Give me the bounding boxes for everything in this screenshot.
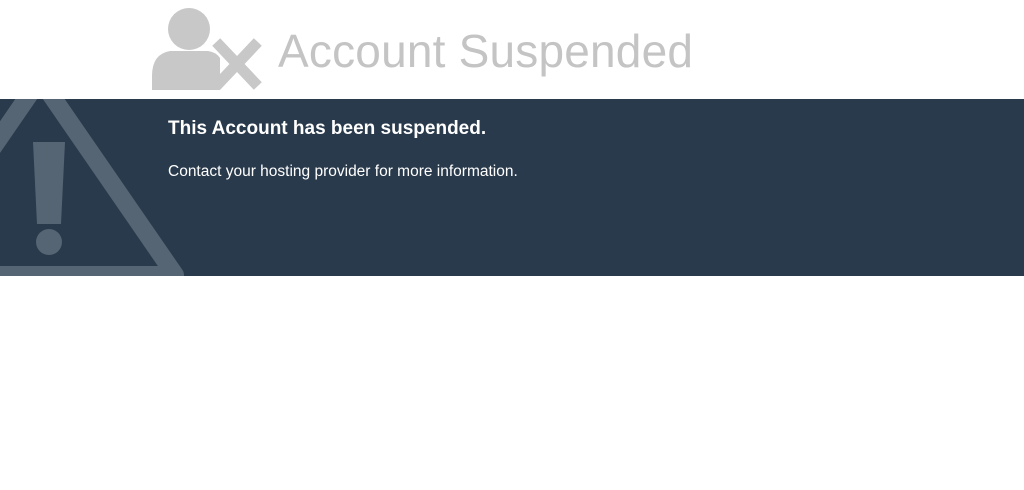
suspension-banner: This Account has been suspended. Contact… — [0, 99, 1024, 276]
user-x-icon — [152, 8, 262, 90]
banner-content: This Account has been suspended. Contact… — [168, 117, 968, 182]
suspension-message: Contact your hosting provider for more i… — [168, 163, 518, 180]
warning-icon — [0, 99, 184, 276]
page-title: Account Suspended — [278, 25, 694, 77]
header-brand: Account Suspended — [150, 4, 693, 94]
suspended-page: Account Suspended This Account has been … — [0, 0, 1024, 490]
page-header: Account Suspended — [0, 0, 1024, 99]
suspension-heading: This Account has been suspended. — [168, 118, 487, 139]
